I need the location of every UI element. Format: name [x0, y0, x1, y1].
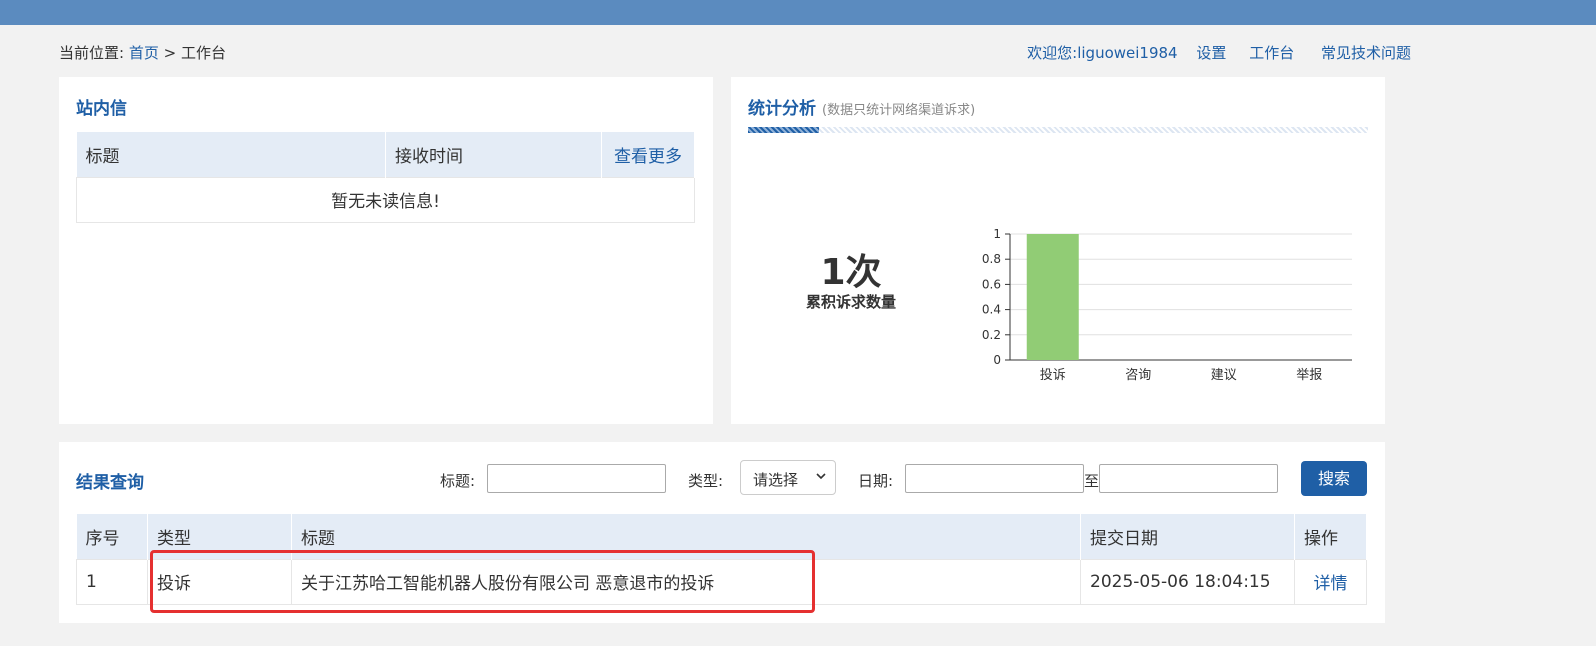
complaint-count: 1次	[820, 252, 882, 293]
results-col-action: 操作	[1294, 514, 1367, 559]
type-filter-select[interactable]: 请选择	[740, 460, 836, 495]
x-tick-label: 投诉	[1040, 367, 1066, 383]
date-start-input[interactable]	[905, 464, 1084, 493]
inbox-col-title: 标题	[76, 132, 386, 177]
title-filter-label: 标题:	[440, 472, 476, 490]
category-bar-chart: 0 0.2 0.4 0.6 0.8 1 投诉 咨询 建议 举报	[982, 227, 1352, 383]
x-tick-label: 咨询	[1125, 368, 1151, 383]
inbox-more-link[interactable]: 查看更多	[601, 132, 695, 177]
complaint-count-label: 累积诉求数量	[805, 293, 896, 311]
date-range-separator: 至	[1084, 472, 1100, 490]
stats-title-underline-accent	[748, 127, 819, 133]
inbox-empty-message: 暂无未读信息!	[76, 176, 695, 223]
type-filter-label: 类型:	[688, 472, 724, 490]
results-col-date: 提交日期	[1080, 514, 1295, 559]
breadcrumb-home-link[interactable]: 首页	[129, 44, 159, 62]
user-bar: 欢迎您:liguowei1984 设置 工作台 常见技术问题	[1027, 42, 1411, 63]
breadcrumb: 当前位置: 首页 > 工作台	[59, 42, 226, 63]
welcome-user[interactable]: 欢迎您:liguowei1984	[1027, 44, 1177, 62]
results-col-no: 序号	[76, 514, 148, 559]
bar	[1026, 234, 1079, 360]
x-tick-label: 举报	[1296, 368, 1322, 383]
y-tick-label: 1	[993, 227, 1001, 241]
stats-title: 统计分析 (数据只统计网络渠道诉求)	[748, 94, 975, 119]
row-no: 1	[76, 558, 148, 605]
breadcrumb-prefix: 当前位置:	[59, 44, 125, 62]
chevron-down-icon	[815, 468, 827, 488]
y-tick-label: 0.4	[982, 303, 1001, 317]
type-filter-value: 请选择	[753, 471, 799, 489]
y-tick-label: 0.2	[982, 328, 1001, 342]
date-end-input[interactable]	[1099, 464, 1278, 493]
inbox-col-time: 接收时间	[385, 132, 602, 177]
top-banner	[0, 0, 1596, 25]
inbox-title: 站内信	[76, 99, 127, 119]
workbench-link[interactable]: 工作台	[1249, 44, 1294, 62]
query-title: 结果查询	[76, 473, 144, 493]
stats-note: (数据只统计网络渠道诉求)	[822, 103, 976, 118]
x-tick-label: 建议	[1211, 368, 1237, 383]
title-filter-input[interactable]	[487, 464, 666, 493]
date-filter-label: 日期:	[858, 472, 894, 490]
breadcrumb-separator: >	[163, 44, 177, 62]
highlight-annotation-box	[150, 550, 815, 613]
row-date: 2025-05-06 18:04:15	[1080, 558, 1295, 605]
y-tick-label: 0.6	[982, 277, 1001, 291]
inbox-table: 标题 接收时间 查看更多 暂无未读信息!	[76, 132, 695, 223]
settings-link[interactable]: 设置	[1196, 44, 1226, 62]
faq-link[interactable]: 常见技术问题	[1321, 44, 1411, 62]
inbox-panel: 站内信 标题 接收时间 查看更多 暂无未读信息!	[59, 77, 713, 424]
row-detail-link[interactable]: 详情	[1294, 558, 1367, 605]
stats-title-underline	[748, 127, 1368, 133]
y-tick-label: 0	[993, 353, 1001, 367]
y-tick-label: 0.8	[982, 252, 1001, 266]
search-button[interactable]: 搜索	[1301, 461, 1367, 496]
stats-title-text: 统计分析	[748, 99, 816, 119]
breadcrumb-current: 工作台	[181, 44, 227, 62]
